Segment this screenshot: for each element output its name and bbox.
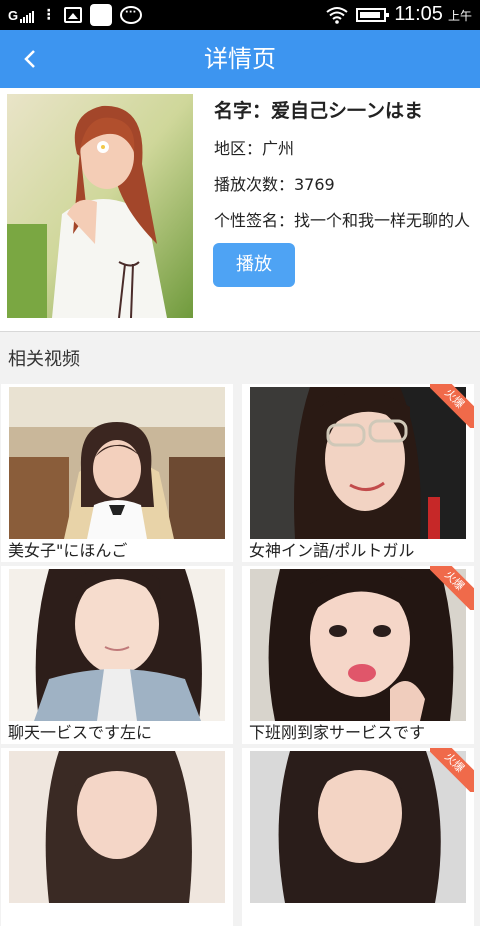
profile-photo[interactable] (7, 94, 193, 318)
back-button[interactable] (10, 39, 50, 79)
video-thumbnail (9, 569, 225, 721)
image-notification-icon (63, 7, 82, 23)
hot-badge: 火爆 (430, 384, 474, 428)
video-caption: 女神イン語/ポルトガル (249, 541, 415, 560)
video-card[interactable]: 火爆 (242, 748, 474, 926)
video-thumbnail (9, 387, 225, 539)
divider (0, 331, 480, 332)
video-thumbnail (9, 751, 225, 903)
profile-region: 地区：广州 (214, 139, 295, 158)
status-bar: G ⋮ ··· 11:05 上午 (0, 0, 480, 30)
more-vertical-icon: ⋮ (41, 7, 56, 23)
video-card[interactable]: 聊天一ビスです左に (1, 566, 233, 744)
video-card[interactable]: 火爆 下班刚到家サービスです (242, 566, 474, 744)
profile-signature: 个性签名：找一个和我一样无聊的人 (214, 211, 471, 230)
profile-play-count: 播放次数：3769 (214, 175, 335, 194)
video-card[interactable]: 美女子"にほんご (1, 384, 233, 562)
chat-notification-icon: ··· (119, 6, 142, 24)
page-title: 详情页 (204, 45, 276, 73)
video-card[interactable]: 火爆 女神イン語/ポルトガル (242, 384, 474, 562)
video-card[interactable] (1, 748, 233, 926)
video-caption: 下班刚到家サービスです (249, 723, 426, 742)
play-button[interactable]: 播放 (213, 243, 295, 287)
hot-badge: 火爆 (430, 566, 474, 610)
signal-icon: G (8, 8, 34, 23)
chevron-left-icon (24, 50, 35, 68)
clock-ampm: 上午 (447, 9, 472, 23)
wifi-icon (326, 6, 348, 24)
section-title-related: 相关视频 (8, 349, 80, 370)
app-notification-icon (89, 4, 112, 26)
hot-badge: 火爆 (430, 748, 474, 792)
app-header: 详情页 (0, 30, 480, 88)
battery-icon (356, 7, 390, 22)
profile-name: 名字：爱自己シ一ンはま (214, 100, 424, 122)
profile-panel: 名字：爱自己シ一ンはま 地区：广州 播放次数：3769 个性签名：找一个和我一样… (0, 88, 480, 331)
video-caption: 聊天一ビスです左に (8, 723, 153, 742)
video-caption: 美女子"にほんご (8, 541, 128, 560)
clock-time: 11:05 (394, 3, 443, 25)
